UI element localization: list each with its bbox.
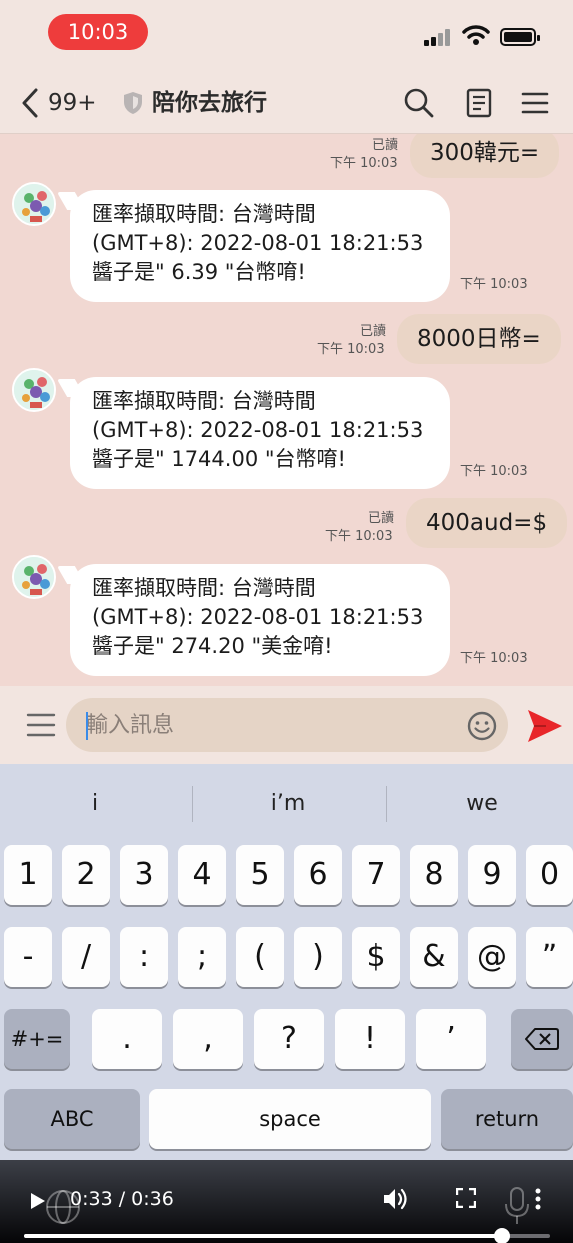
status-bar: 10:03 [0, 0, 573, 72]
key-comma[interactable]: , [173, 1009, 243, 1069]
microphone-icon [505, 1187, 529, 1224]
bot-avatar[interactable] [12, 182, 56, 226]
message-time: 下午 10:03 [325, 529, 393, 544]
menu-icon[interactable] [518, 86, 552, 120]
video-controls: 0:33 / 0:36 [0, 1160, 573, 1243]
key-quote[interactable]: ” [526, 927, 573, 987]
key-0[interactable]: 0 [526, 845, 573, 905]
incoming-bubble[interactable]: 匯率擷取時間: 台灣時間 (GMT+8): 2022-08-01 18:21:5… [70, 377, 450, 489]
bot-avatar[interactable] [12, 555, 56, 599]
incoming-bubble[interactable]: 匯率擷取時間: 台灣時間 (GMT+8): 2022-08-01 18:21:5… [70, 564, 450, 676]
read-receipt: 已讀 [360, 324, 387, 339]
read-receipt: 已讀 [368, 511, 395, 526]
battery-icon [500, 28, 540, 46]
hamburger-menu-icon[interactable] [26, 712, 56, 738]
key-3[interactable]: 3 [120, 845, 168, 905]
key-semicolon[interactable]: ; [178, 927, 226, 987]
avatar-image [14, 184, 54, 224]
key-5[interactable]: 5 [236, 845, 284, 905]
key-exclamation[interactable]: ! [335, 1009, 405, 1069]
suggestion-item[interactable]: i [0, 778, 190, 830]
key-question[interactable]: ? [254, 1009, 324, 1069]
shield-icon [124, 92, 142, 114]
bubble-line: 匯率擷取時間: 台灣時間 [92, 576, 316, 600]
fullscreen-icon[interactable] [456, 1188, 476, 1208]
key-6[interactable]: 6 [294, 845, 342, 905]
bubble-line: 醬子是" 6.39 "台幣唷! [92, 260, 306, 284]
video-time: 0:33 / 0:36 [70, 1188, 174, 1210]
more-options-icon[interactable] [534, 1188, 542, 1210]
abc-key[interactable]: ABC [4, 1089, 140, 1149]
key-2[interactable]: 2 [62, 845, 110, 905]
chat-area[interactable]: 已讀 下午 10:03 300韓元= 匯率擷取時間: 台灣時間 (GMT+8):… [0, 134, 573, 686]
keyboard: i i’m we 1 2 3 4 5 6 7 8 9 0 - / : ; ( )… [0, 764, 573, 1160]
video-progress-fill [24, 1234, 503, 1238]
return-key[interactable]: return [441, 1089, 573, 1149]
chat-header: 99+ 陪你去旅行 [0, 72, 573, 134]
emoji-icon[interactable] [466, 710, 498, 742]
suggestion-item[interactable]: i’m [193, 778, 383, 830]
key-8[interactable]: 8 [410, 845, 458, 905]
key-period[interactable]: . [92, 1009, 162, 1069]
key-4[interactable]: 4 [178, 845, 226, 905]
back-chevron-icon[interactable] [18, 86, 42, 120]
space-key[interactable]: space [149, 1089, 431, 1149]
outgoing-bubble[interactable]: 300韓元= [410, 134, 560, 178]
message-time: 下午 10:03 [460, 651, 528, 666]
key-apostrophe[interactable]: ’ [416, 1009, 486, 1069]
message-input[interactable] [66, 698, 508, 752]
message-input-bar [0, 686, 573, 764]
bubble-line: 醬子是" 1744.00 "台幣唷! [92, 447, 346, 471]
bubble-line: 匯率擷取時間: 台灣時間 [92, 389, 316, 413]
bubble-line: 醬子是" 274.20 "美金唷! [92, 634, 333, 658]
key-dollar[interactable]: $ [352, 927, 400, 987]
send-icon[interactable] [526, 708, 564, 744]
incoming-bubble[interactable]: 匯率擷取時間: 台灣時間 (GMT+8): 2022-08-01 18:21:5… [70, 190, 450, 302]
outgoing-bubble[interactable]: 8000日幣= [397, 314, 561, 364]
status-time[interactable]: 10:03 [48, 14, 148, 50]
notes-icon[interactable] [462, 86, 496, 120]
key-hyphen[interactable]: - [4, 927, 52, 987]
video-progress-thumb[interactable] [494, 1228, 511, 1243]
search-icon[interactable] [402, 86, 436, 120]
message-time: 下午 10:03 [460, 277, 528, 292]
avatar-image [14, 557, 54, 597]
delete-key[interactable] [511, 1009, 573, 1069]
chat-title: 陪你去旅行 [152, 90, 267, 116]
bubble-line: 匯率擷取時間: 台灣時間 [92, 202, 316, 226]
key-colon[interactable]: : [120, 927, 168, 987]
bot-avatar[interactable] [12, 368, 56, 412]
read-receipt: 已讀 [372, 138, 399, 153]
symbols-key[interactable]: #+= [4, 1009, 70, 1069]
bubble-line: (GMT+8): 2022-08-01 18:21:53 [92, 231, 424, 255]
message-time: 下午 10:03 [317, 342, 385, 357]
play-icon[interactable] [30, 1192, 46, 1210]
text-caret [86, 712, 88, 740]
key-at[interactable]: @ [468, 927, 516, 987]
key-open-paren[interactable]: ( [236, 927, 284, 987]
key-1[interactable]: 1 [4, 845, 52, 905]
bubble-line: (GMT+8): 2022-08-01 18:21:53 [92, 418, 424, 442]
key-ampersand[interactable]: & [410, 927, 458, 987]
video-progress-track[interactable] [24, 1228, 550, 1243]
key-slash[interactable]: / [62, 927, 110, 987]
wifi-icon [462, 25, 490, 45]
volume-icon[interactable] [382, 1186, 410, 1212]
key-7[interactable]: 7 [352, 845, 400, 905]
suggestion-item[interactable]: we [387, 778, 573, 830]
key-9[interactable]: 9 [468, 845, 516, 905]
message-time: 下午 10:03 [460, 464, 528, 479]
unread-count[interactable]: 99+ [48, 86, 97, 120]
outgoing-bubble[interactable]: 400aud=$ [406, 498, 568, 548]
avatar-image [14, 370, 54, 410]
key-close-paren[interactable]: ) [294, 927, 342, 987]
delete-icon [525, 1028, 559, 1050]
signal-icon [424, 28, 454, 46]
message-time: 下午 10:03 [330, 156, 398, 171]
bubble-line: (GMT+8): 2022-08-01 18:21:53 [92, 605, 424, 629]
